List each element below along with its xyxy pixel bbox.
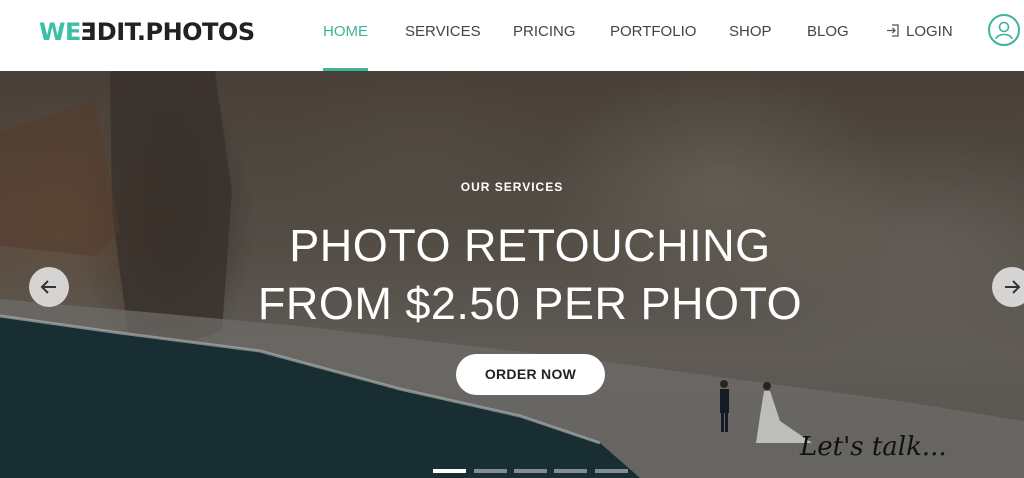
logo-text-e: E [80,18,97,46]
nav-blog[interactable]: BLOG [807,0,849,71]
nav-home-label: HOME [323,23,368,40]
slider-dot-2[interactable] [474,469,507,473]
nav-shop[interactable]: SHOP [729,0,772,71]
login-label: LOGIN [906,23,953,40]
hero-eyebrow: OUR SERVICES [460,180,564,194]
slider-dot-1[interactable] [433,469,466,473]
hero-headline-line1: PHOTO RETOUCHING [289,220,771,271]
logo-text-we: WE [39,18,81,46]
hero-headline-line2: FROM $2.50 PER PHOTO [257,278,803,329]
user-avatar-icon[interactable] [988,14,1020,46]
order-now-button[interactable]: ORDER NOW [456,354,605,395]
nav-pricing[interactable]: PRICING [513,0,576,71]
slider-next-button[interactable] [992,267,1024,307]
hero-headline: PHOTO RETOUCHING FROM $2.50 PER PHOTO [0,217,1024,333]
site-logo[interactable]: WEEDIT.PHOTOS [39,15,255,49]
chat-widget-label[interactable]: Let's talk... [800,432,947,462]
login-arrow-icon [887,24,899,37]
nav-portfolio[interactable]: PORTFOLIO [610,0,696,71]
site-header: WEEDIT.PHOTOS HOME SERVICES PRICING PORT… [0,0,1024,71]
arrow-left-icon [40,280,56,294]
slider-dot-5[interactable] [595,469,628,473]
nav-home[interactable]: HOME [323,0,368,71]
nav-services[interactable]: SERVICES [405,0,481,71]
hero-slider: OUR SERVICES PHOTO RETOUCHING FROM $2.50… [0,71,1024,478]
arrow-right-icon [1005,280,1021,294]
slider-dot-4[interactable] [554,469,587,473]
logo-text-rest: DIT.PHOTOS [96,18,255,46]
slider-dot-3[interactable] [514,469,547,473]
login-link[interactable]: LOGIN [886,0,953,71]
slider-prev-button[interactable] [29,267,69,307]
